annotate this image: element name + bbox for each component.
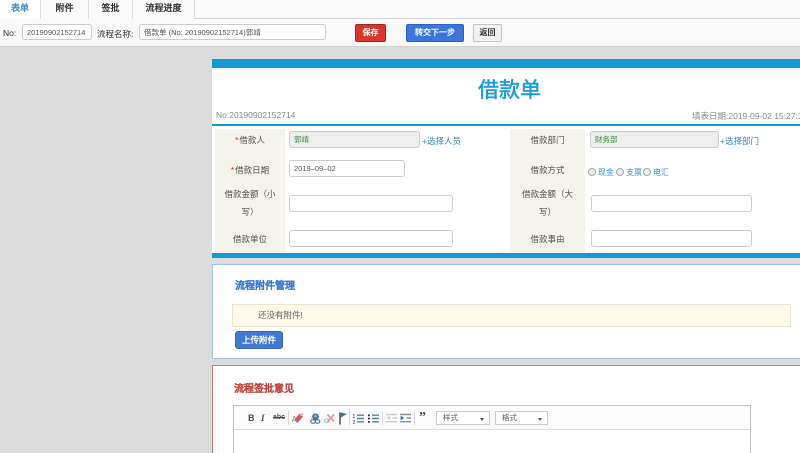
svg-text:2: 2	[353, 420, 356, 424]
